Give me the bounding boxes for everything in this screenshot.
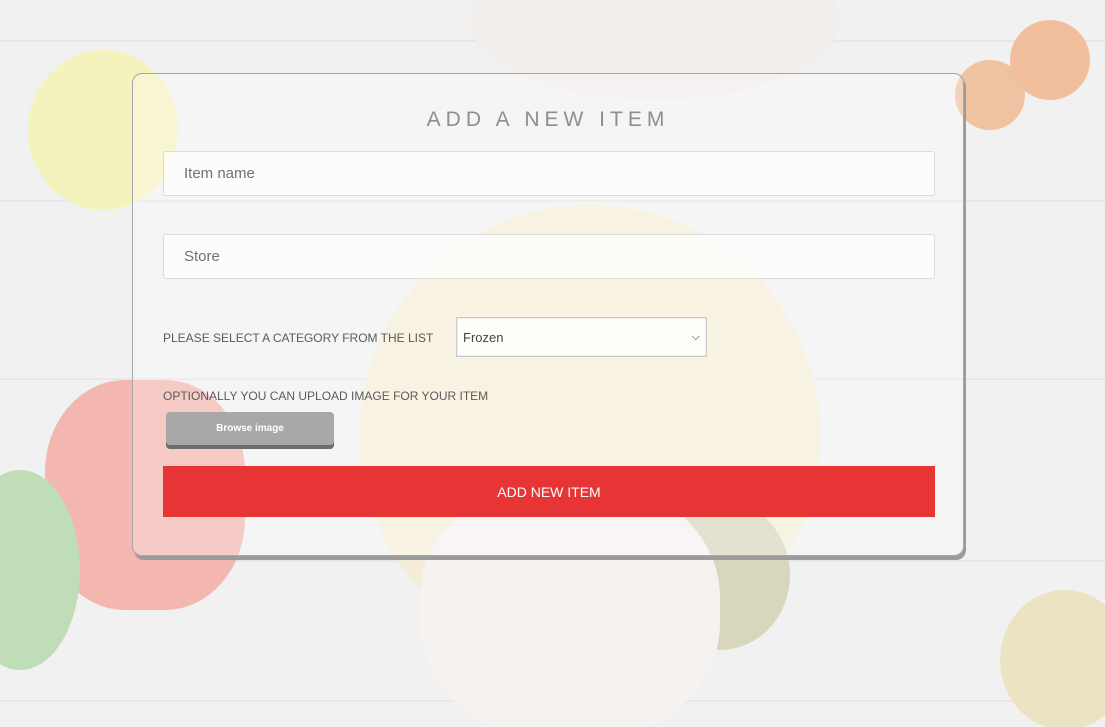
add-new-item-button[interactable]: ADD NEW ITEM <box>163 466 935 517</box>
form-title: ADD A NEW ITEM <box>426 108 670 131</box>
store-input[interactable] <box>163 234 935 279</box>
upload-label: OPTIONALLY YOU CAN UPLOAD IMAGE FOR YOUR… <box>163 389 489 403</box>
category-label: PLEASE SELECT A CATEGORY FROM THE LIST <box>163 331 434 345</box>
item-name-input[interactable] <box>163 151 935 196</box>
category-select[interactable]: Frozen ⌵ <box>456 317 707 357</box>
category-selected-value: Frozen <box>463 329 504 345</box>
chevron-down-icon: ⌵ <box>691 330 700 343</box>
add-item-form: ADD A NEW ITEM PLEASE SELECT A CATEGORY … <box>132 73 964 556</box>
browse-image-button[interactable]: Browse image <box>166 412 334 445</box>
